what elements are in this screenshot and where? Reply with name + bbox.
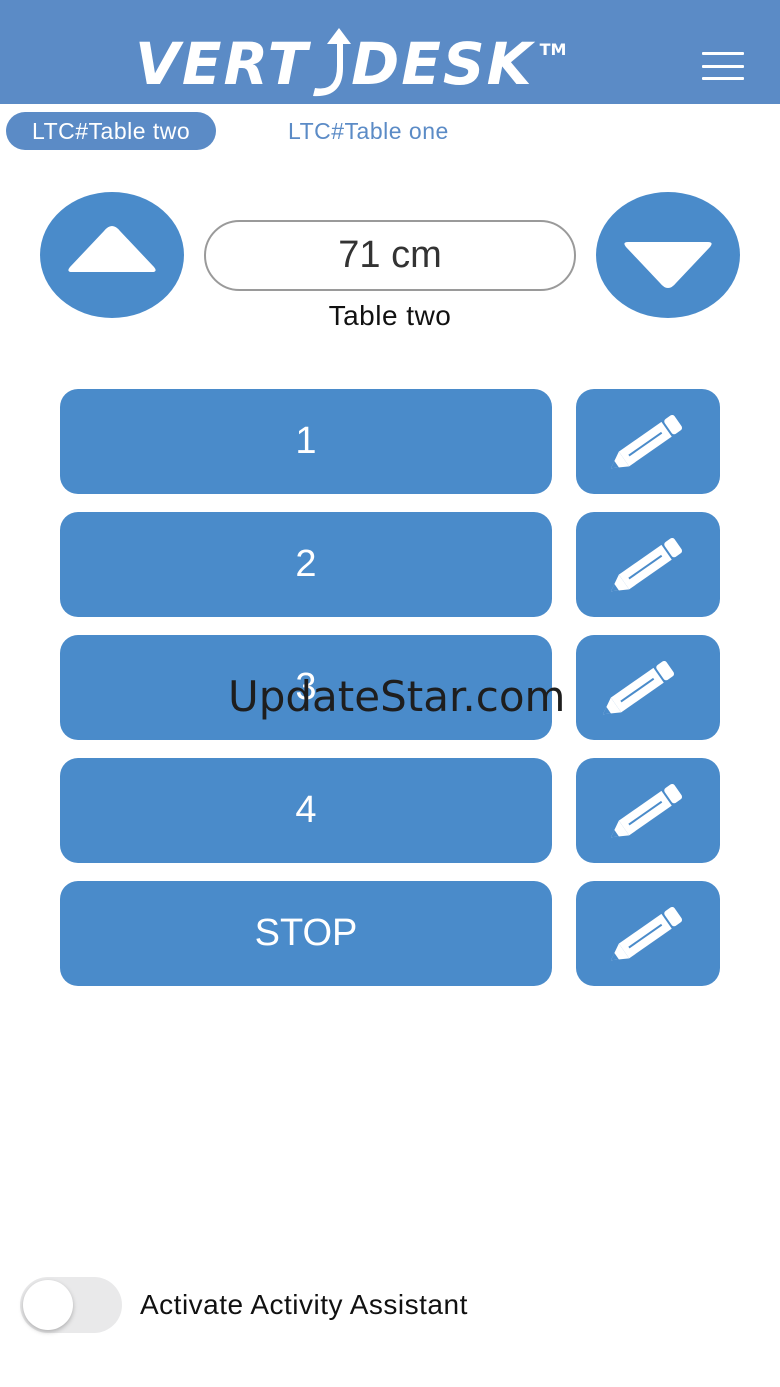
app-header: VERT DESK TM [0,0,780,104]
table-name-label: Table two [328,300,452,331]
logo-arrow-icon [313,28,352,97]
vertdesk-logo: VERT DESK TM [135,26,566,102]
pencil-icon [602,660,675,715]
logo-text-right: DESK [351,30,534,98]
preset-button-2[interactable]: 2 [60,512,552,617]
table-tabs: LTC#Table two LTC#Table one [0,104,780,156]
edit-preset-3-button[interactable] [576,635,720,740]
arrow-up-icon [68,226,156,272]
activity-assistant-label: Activate Activity Assistant [140,1289,468,1320]
pencil-icon [610,783,683,838]
edit-preset-2-button[interactable] [576,512,720,617]
move-down-button[interactable] [596,192,740,318]
edit-preset-1-button[interactable] [576,389,720,494]
hamburger-menu-icon[interactable] [702,52,744,80]
logo-trademark: TM [539,40,567,59]
activity-assistant-toggle[interactable] [20,1277,122,1333]
logo-text-left: VERT [135,30,310,98]
height-display: 71 cm [204,220,576,291]
tab-table-one[interactable]: LTC#Table one [262,112,475,150]
stop-button[interactable]: STOP [60,881,552,986]
preset-button-3[interactable]: 3 [60,635,552,740]
pencil-icon [610,537,683,592]
arrow-down-icon [624,242,712,288]
tab-table-two[interactable]: LTC#Table two [6,112,217,150]
pencil-icon [610,414,683,469]
preset-button-4[interactable]: 4 [60,758,552,863]
pencil-icon [610,906,683,961]
move-up-button[interactable] [40,192,184,318]
preset-button-1[interactable]: 1 [60,389,552,494]
edit-preset-4-button[interactable] [576,758,720,863]
edit-stop-button[interactable] [576,881,720,986]
toggle-knob [23,1280,73,1330]
